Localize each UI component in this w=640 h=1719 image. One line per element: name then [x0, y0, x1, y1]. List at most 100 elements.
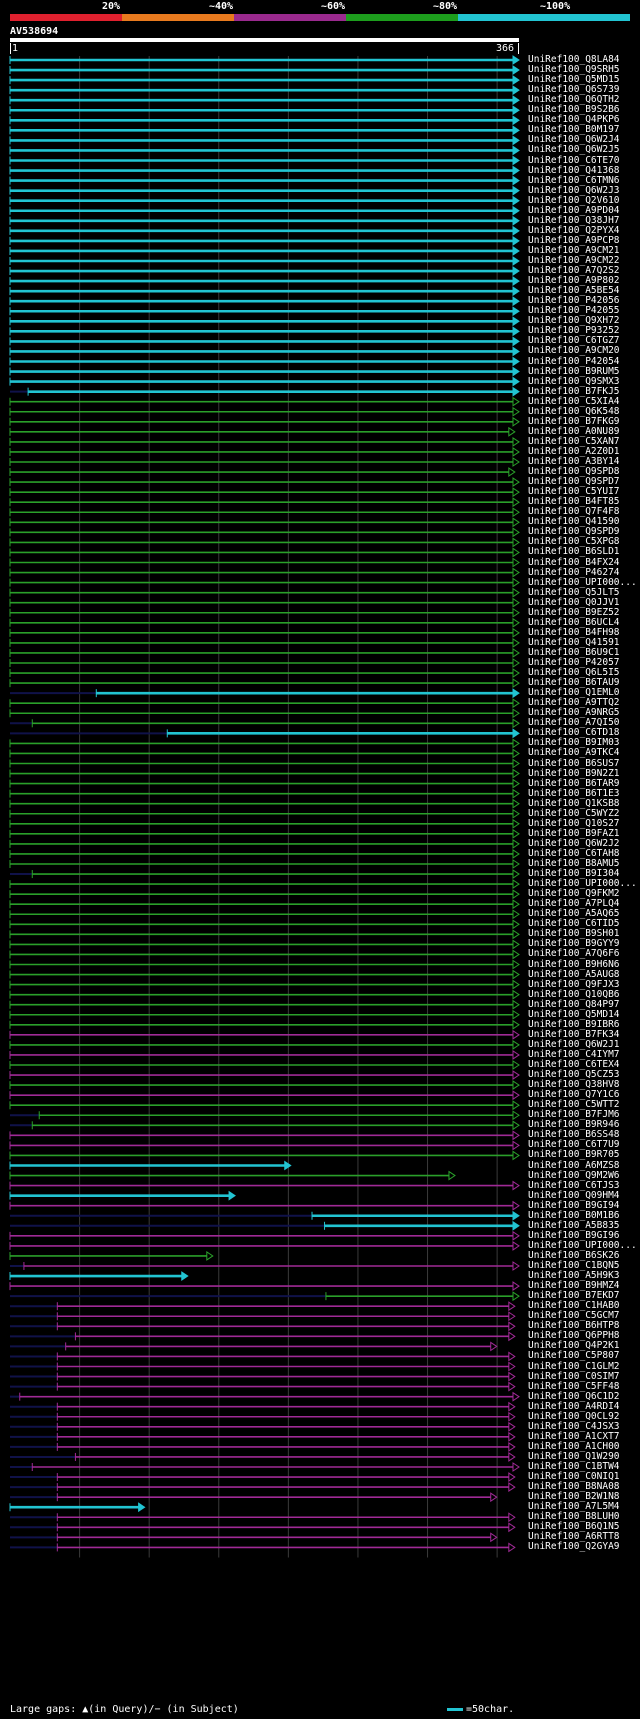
hit-row[interactable] [9, 125, 520, 136]
hit-row[interactable] [9, 95, 520, 106]
hit-row[interactable] [10, 1472, 516, 1482]
hit-row[interactable] [9, 1130, 520, 1141]
hit-row[interactable] [9, 286, 520, 297]
hit-row[interactable] [10, 869, 520, 879]
hit-row[interactable] [10, 1492, 498, 1503]
hit-row[interactable] [9, 517, 520, 528]
hit-row[interactable] [10, 1482, 516, 1493]
hit-row[interactable] [9, 1230, 520, 1241]
hit-row[interactable] [9, 889, 520, 900]
hit-row[interactable] [9, 145, 520, 156]
hit-row[interactable] [10, 1331, 516, 1342]
hit-row[interactable] [10, 1431, 516, 1442]
hit-row[interactable] [9, 1070, 520, 1080]
hit-row[interactable] [9, 748, 520, 759]
hit-row[interactable] [9, 879, 520, 890]
hit-row[interactable] [9, 1080, 520, 1091]
hit-row[interactable] [9, 225, 520, 236]
hit-row[interactable] [9, 1019, 520, 1030]
hit-row[interactable] [9, 708, 520, 719]
hit-row[interactable] [9, 969, 520, 980]
hit-row[interactable] [9, 1200, 520, 1211]
hit-row[interactable] [9, 175, 520, 186]
hit-row[interactable] [10, 1261, 520, 1271]
hit-row[interactable] [10, 1110, 520, 1121]
hit-row[interactable] [9, 276, 520, 287]
hit-row[interactable] [9, 617, 520, 628]
hit-row[interactable] [10, 1371, 516, 1382]
hit-row[interactable] [10, 1401, 516, 1412]
hit-row[interactable] [10, 1522, 516, 1533]
hit-row[interactable] [9, 356, 520, 367]
hit-row[interactable] [9, 527, 520, 538]
hit-row[interactable] [9, 979, 520, 990]
hit-row[interactable] [9, 1140, 520, 1151]
hit-row[interactable] [9, 919, 520, 930]
hit-row[interactable] [9, 808, 520, 819]
hit-row[interactable] [9, 637, 520, 648]
hit-row[interactable] [9, 165, 520, 176]
hit-row[interactable] [9, 1170, 456, 1181]
hit-row[interactable] [9, 849, 520, 859]
hit-row[interactable] [9, 778, 520, 789]
hit-row[interactable] [9, 1009, 520, 1020]
hit-row[interactable] [9, 487, 520, 498]
hit-row[interactable] [9, 457, 520, 467]
hit-row[interactable] [9, 296, 520, 307]
hit-row[interactable] [9, 477, 520, 488]
hit-label[interactable]: UniRef100_Q2GYA9 [528, 1541, 620, 1552]
hit-row[interactable] [9, 426, 516, 437]
hit-row[interactable] [9, 1060, 520, 1070]
hit-row[interactable] [9, 929, 520, 940]
hit-row[interactable] [9, 949, 520, 960]
hit-row[interactable] [9, 246, 520, 256]
hit-row[interactable] [9, 567, 520, 578]
hit-row[interactable] [9, 75, 520, 86]
hit-row[interactable] [10, 1120, 520, 1131]
hit-row[interactable] [9, 798, 520, 809]
hit-row[interactable] [9, 1502, 146, 1513]
hit-row[interactable] [9, 1039, 520, 1050]
hit-row[interactable] [9, 416, 520, 427]
hit-row[interactable] [9, 547, 520, 558]
hit-row[interactable] [9, 909, 520, 920]
hit-row[interactable] [9, 1090, 520, 1101]
hit-row[interactable] [9, 235, 520, 246]
hit-row[interactable] [9, 205, 520, 216]
hit-row[interactable] [9, 497, 520, 508]
hit-row[interactable] [9, 336, 520, 347]
hit-row[interactable] [9, 738, 520, 749]
hit-row[interactable] [9, 266, 520, 276]
hit-row[interactable] [9, 838, 520, 849]
hit-row[interactable] [10, 688, 520, 699]
hit-row[interactable] [10, 1462, 520, 1472]
hit-row[interactable] [9, 758, 520, 769]
hit-row[interactable] [9, 326, 520, 337]
hit-row[interactable] [9, 256, 520, 266]
hit-row[interactable] [9, 1251, 214, 1261]
hit-row[interactable] [10, 1210, 520, 1221]
hit-row[interactable] [10, 1301, 516, 1312]
hit-row[interactable] [9, 788, 520, 799]
hit-row[interactable] [9, 939, 520, 950]
hit-row[interactable] [9, 1150, 520, 1161]
hit-row[interactable] [9, 1160, 292, 1171]
hit-row[interactable] [9, 1100, 520, 1111]
hit-row[interactable] [10, 1220, 520, 1231]
hit-row[interactable] [9, 195, 520, 206]
hit-row[interactable] [9, 447, 520, 457]
hit-row[interactable] [9, 658, 520, 668]
hit-row[interactable] [9, 899, 520, 910]
hit-row[interactable] [10, 386, 520, 397]
hit-row[interactable] [9, 597, 520, 608]
hit-row[interactable] [9, 678, 520, 689]
hit-row[interactable] [9, 698, 520, 709]
hit-row[interactable] [9, 306, 520, 317]
hit-row[interactable] [9, 85, 520, 96]
hit-row[interactable] [9, 768, 520, 779]
hit-row[interactable] [9, 537, 520, 548]
hit-row[interactable] [10, 1421, 516, 1432]
hit-row[interactable] [9, 105, 520, 116]
hit-row[interactable] [10, 1441, 516, 1452]
hit-row[interactable] [10, 1291, 520, 1302]
